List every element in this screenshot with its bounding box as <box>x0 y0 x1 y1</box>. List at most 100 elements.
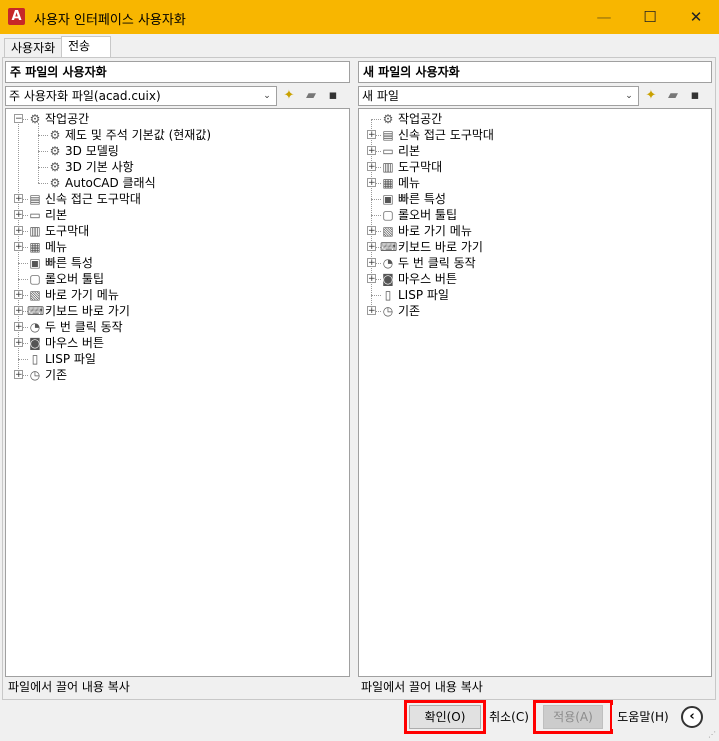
tree-node-label: AutoCAD 클래식 <box>65 176 156 190</box>
left-file-select[interactable]: 주 사용자화 파일(acad.cuix) ⌄ <box>5 86 277 106</box>
tree-node[interactable]: ▢ 롤오버 툴팁 <box>6 271 349 287</box>
new-file-icon[interactable]: ✦ <box>280 87 298 105</box>
new-file-icon[interactable]: ✦ <box>642 87 660 105</box>
expand-icon[interactable]: + <box>367 258 376 268</box>
tree-node[interactable]: + ▥ 도구막대 <box>359 159 711 175</box>
minimize-icon[interactable]: — <box>581 0 627 34</box>
expand-icon[interactable]: + <box>14 242 23 252</box>
resize-grip-icon[interactable]: ⋰ <box>708 730 718 740</box>
tree-node-label: 제도 및 주석 기본값 (현재값) <box>65 128 212 142</box>
tree-node-label: 도구막대 <box>45 224 90 238</box>
tree-node-label: 바로 가기 메뉴 <box>45 288 119 302</box>
expand-icon[interactable]: + <box>367 178 376 188</box>
expand-icon[interactable]: + <box>14 290 23 300</box>
tree-node-label: 빠른 특성 <box>398 192 446 206</box>
save-icon[interactable]: ▪ <box>686 87 704 105</box>
tree-node[interactable]: ⚙ 작업공간 <box>359 111 711 127</box>
tree-node[interactable]: + ⌨ 키보드 바로 가기 <box>6 303 349 319</box>
collapse-arrow-icon[interactable]: ‹ <box>681 706 703 728</box>
expand-icon[interactable]: + <box>14 306 23 316</box>
close-icon[interactable]: ✕ <box>673 0 719 34</box>
gear-icon: ⚙ <box>49 176 61 190</box>
expand-icon[interactable]: + <box>367 274 376 284</box>
expand-icon[interactable]: + <box>367 226 376 236</box>
tree-node[interactable]: + ▥ 도구막대 <box>6 223 349 239</box>
tree-node[interactable]: + ◙ 마우스 버튼 <box>6 335 349 351</box>
help-button[interactable]: 도움말(H) <box>612 705 674 729</box>
expand-icon[interactable]: + <box>367 130 376 140</box>
tree-node[interactable]: ▢ 롤오버 툴팁 <box>359 207 711 223</box>
tree-node[interactable]: ⚙ 3D 모델링 <box>6 143 349 159</box>
tree-node[interactable]: ▣ 빠른 특성 <box>6 255 349 271</box>
rollover-tooltip-icon: ▢ <box>29 272 41 286</box>
cancel-button[interactable]: 취소(C) <box>486 705 532 729</box>
quick-properties-icon: ▣ <box>29 256 41 270</box>
legacy-clock-icon: ◷ <box>382 304 394 318</box>
tab-transfer[interactable]: 전송 <box>61 36 111 58</box>
tree-node-label: 기존 <box>398 304 421 318</box>
toolbar-icon: ▥ <box>29 224 41 238</box>
tree-node-label: 도구막대 <box>398 160 443 174</box>
tree-node[interactable]: + ⌨ 키보드 바로 가기 <box>359 239 711 255</box>
left-customization-tree[interactable]: − ⚙ 작업공간 ⚙ 제도 및 주석 기본값 (현재값) ⚙ 3D 모델링 ⚙ 3D 기본 사항… <box>5 108 350 677</box>
tree-node[interactable]: + ◔ 두 번 클릭 동작 <box>359 255 711 271</box>
tree-node[interactable]: ▯ LISP 파일 <box>359 287 711 303</box>
chevron-down-icon[interactable]: ⌄ <box>260 89 274 103</box>
menu-icon: ▦ <box>382 176 394 190</box>
collapse-icon[interactable]: − <box>14 114 23 124</box>
chevron-down-icon[interactable]: ⌄ <box>622 89 636 103</box>
apply-button[interactable]: 적용(A) <box>543 705 603 729</box>
tree-node[interactable]: + ▤ 신속 접근 도구막대 <box>6 191 349 207</box>
tree-node[interactable]: ⚙ 3D 기본 사항 <box>6 159 349 175</box>
gear-icon: ⚙ <box>49 128 61 142</box>
expand-icon[interactable]: + <box>14 322 23 332</box>
expand-icon[interactable]: + <box>14 338 23 348</box>
open-folder-icon[interactable]: ▰ <box>664 87 682 105</box>
tree-node[interactable]: ▣ 빠른 특성 <box>359 191 711 207</box>
expand-icon[interactable]: + <box>367 242 376 252</box>
quick-properties-icon: ▣ <box>382 192 394 206</box>
tree-node-label: 리본 <box>398 144 421 158</box>
open-folder-icon[interactable]: ▰ <box>302 87 320 105</box>
lisp-file-icon: ▯ <box>31 352 39 366</box>
tree-node[interactable]: + ◙ 마우스 버튼 <box>359 271 711 287</box>
left-status-text: 파일에서 끌어 내용 복사 <box>8 680 130 694</box>
tree-node[interactable]: ▯ LISP 파일 <box>6 351 349 367</box>
ok-button[interactable]: 확인(O) <box>409 705 481 729</box>
window-title: 사용자 인터페이스 사용자화 <box>34 13 186 28</box>
tree-node[interactable]: + ▭ 리본 <box>359 143 711 159</box>
tree-node-label: 롤오버 툴팁 <box>398 208 458 222</box>
right-file-select[interactable]: 새 파일 ⌄ <box>358 86 639 106</box>
expand-icon[interactable]: + <box>367 146 376 156</box>
mouse-button-icon: ◙ <box>29 336 41 350</box>
right-pane-header: 새 파일의 사용자화 <box>358 61 712 83</box>
tree-node[interactable]: + ▦ 메뉴 <box>6 239 349 255</box>
save-icon[interactable]: ▪ <box>324 87 342 105</box>
tree-node[interactable]: ⚙ 제도 및 주석 기본값 (현재값) <box>6 127 349 143</box>
tab-customize[interactable]: 사용자화 <box>4 38 63 58</box>
right-customization-tree[interactable]: ⚙ 작업공간 + ▤ 신속 접근 도구막대 + ▭ 리본 + ▥ 도구막대 + ▦ 메뉴 ▣ 빠른 특성 ▢ 롤오… <box>358 108 712 677</box>
tree-node[interactable]: + ◷ 기존 <box>6 367 349 383</box>
tree-node[interactable]: + ▤ 신속 접근 도구막대 <box>359 127 711 143</box>
tree-node-label: 두 번 클릭 동작 <box>398 256 476 270</box>
expand-icon[interactable]: + <box>14 370 23 380</box>
tree-node[interactable]: + ▭ 리본 <box>6 207 349 223</box>
expand-icon[interactable]: + <box>14 210 23 220</box>
legacy-clock-icon: ◷ <box>29 368 41 382</box>
tree-node[interactable]: + ▦ 메뉴 <box>359 175 711 191</box>
right-file-select-value: 새 파일 <box>362 89 399 103</box>
expand-icon[interactable]: + <box>14 226 23 236</box>
expand-icon[interactable]: + <box>367 306 376 316</box>
expand-icon[interactable]: + <box>367 162 376 172</box>
expand-icon[interactable]: + <box>14 194 23 204</box>
tree-node[interactable]: + ▧ 바로 가기 메뉴 <box>359 223 711 239</box>
tree-node[interactable]: + ◷ 기존 <box>359 303 711 319</box>
maximize-icon[interactable]: ☐ <box>627 0 673 34</box>
tree-node-label: 메뉴 <box>45 240 68 254</box>
toolbar-icon: ▥ <box>382 160 394 174</box>
tree-node[interactable]: + ▧ 바로 가기 메뉴 <box>6 287 349 303</box>
tree-node-label: 메뉴 <box>398 176 421 190</box>
tree-node[interactable]: + ◔ 두 번 클릭 동작 <box>6 319 349 335</box>
tree-node[interactable]: ⚙ AutoCAD 클래식 <box>6 175 349 191</box>
tree-node[interactable]: − ⚙ 작업공간 <box>6 111 349 127</box>
